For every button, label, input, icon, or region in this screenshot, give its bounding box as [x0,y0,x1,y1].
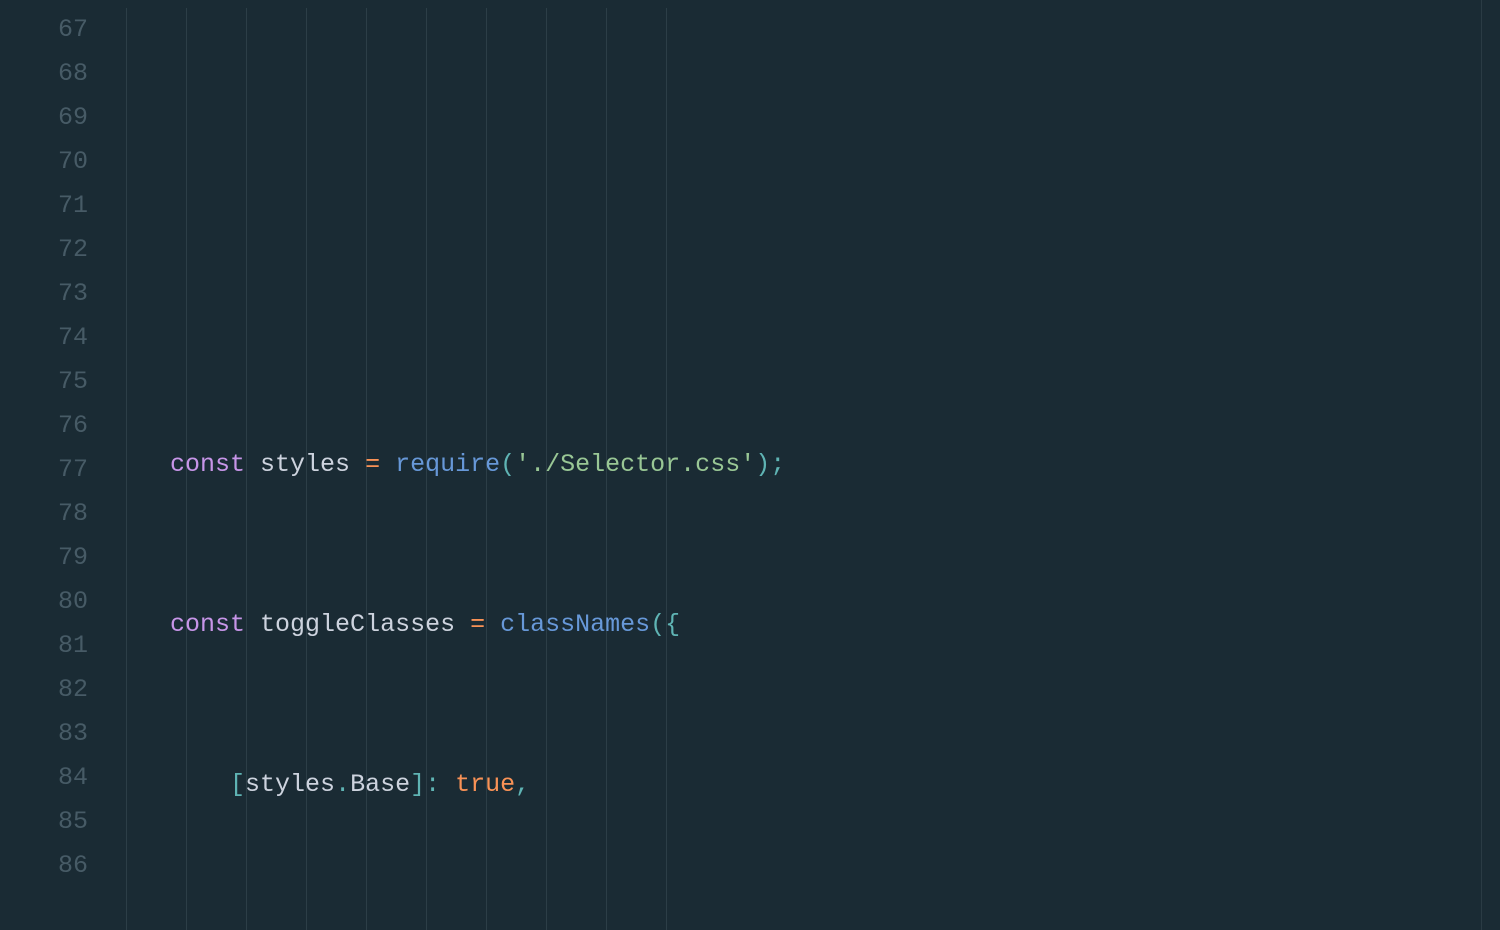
line-number: 80 [0,580,88,624]
line-number: 71 [0,184,88,228]
line-number: 74 [0,316,88,360]
line-number-gutter: 67 68 69 70 71 72 73 74 75 76 77 78 79 8… [0,8,110,930]
line-number: 76 [0,404,88,448]
code-line[interactable]: [styles.Base]: true, [110,763,1500,807]
line-number: 67 [0,8,88,52]
line-number: 69 [0,96,88,140]
line-number: 82 [0,668,88,712]
line-number: 83 [0,712,88,756]
line-number: 78 [0,492,88,536]
line-number: 72 [0,228,88,272]
line-number: 86 [0,844,88,888]
code-area[interactable]: const styles = require('./Selector.css')… [110,8,1500,930]
code-line[interactable]: const styles = require('./Selector.css')… [110,443,1500,487]
line-number: 81 [0,624,88,668]
line-number: 73 [0,272,88,316]
line-number: 84 [0,756,88,800]
code-line[interactable]: [styles['Base--isOpen']]: isOpen, [110,923,1500,930]
line-number: 75 [0,360,88,404]
code-line[interactable]: const toggleClasses = classNames({ [110,603,1500,647]
line-number: 85 [0,800,88,844]
line-number: 70 [0,140,88,184]
code-editor[interactable]: 67 68 69 70 71 72 73 74 75 76 77 78 79 8… [0,0,1500,930]
line-number: 79 [0,536,88,580]
line-number: 77 [0,448,88,492]
line-number: 68 [0,52,88,96]
